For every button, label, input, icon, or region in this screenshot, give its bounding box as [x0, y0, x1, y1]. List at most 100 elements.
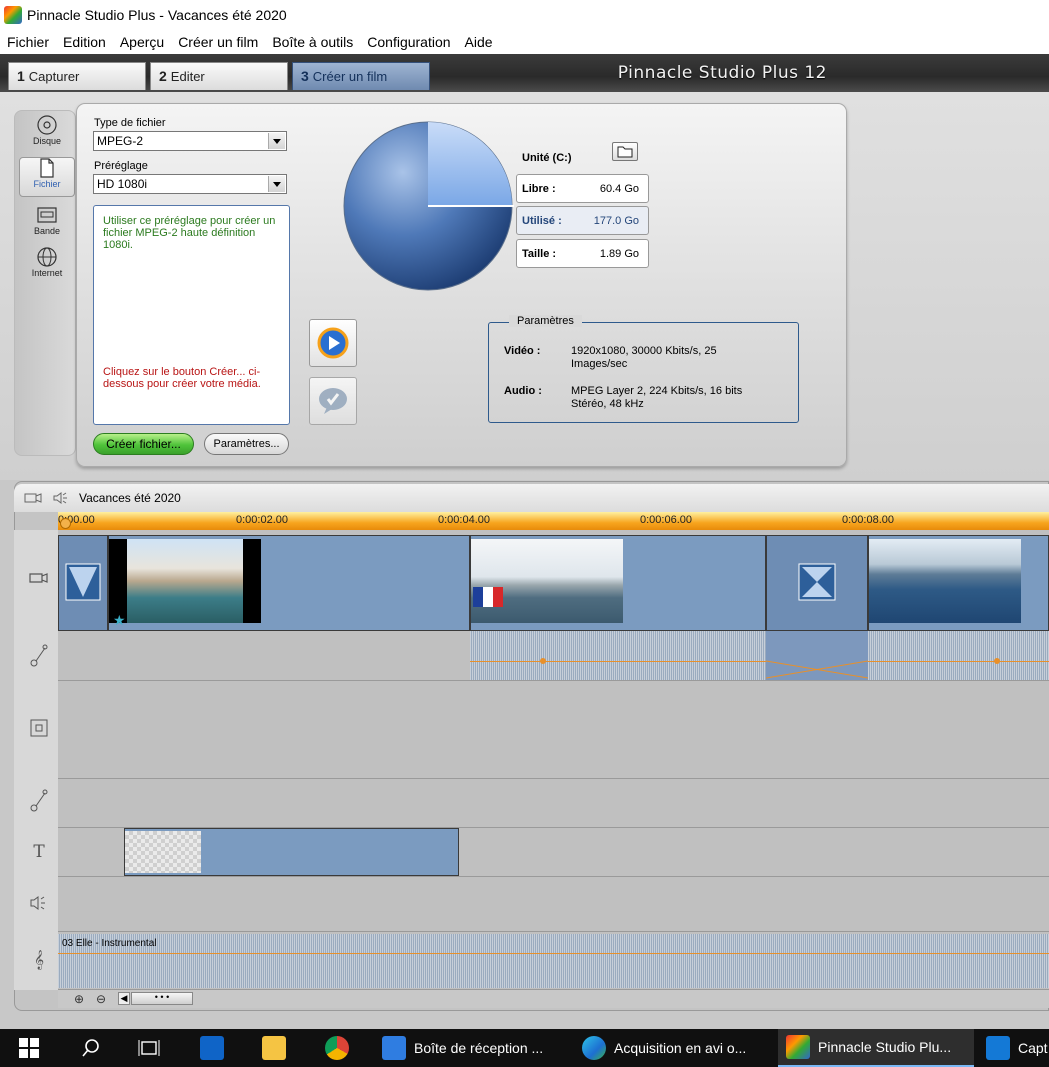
speaker-icon[interactable]: [52, 490, 68, 506]
sidebar-item-fichier[interactable]: Fichier: [19, 157, 75, 197]
drive-unit-label: Unité (C:): [522, 152, 572, 164]
menu-apercu[interactable]: Aperçu: [113, 34, 171, 50]
file-type-select[interactable]: MPEG-2: [93, 131, 287, 151]
title-clip[interactable]: [124, 828, 459, 876]
clip-thumbnail: [869, 539, 1021, 623]
video-clip-1[interactable]: ★: [108, 535, 470, 631]
menu-creer-film[interactable]: Créer un film: [171, 34, 265, 50]
free-slice: [428, 122, 512, 206]
audio-label: Audio :: [504, 385, 542, 397]
tape-icon: [37, 207, 57, 223]
timeline-header: Vacances été 2020: [14, 484, 1049, 512]
transition-clip[interactable]: [766, 535, 868, 631]
browse-folder-button[interactable]: [612, 142, 638, 161]
sidebar-item-label: Internet: [31, 268, 63, 278]
overlay-audio-track[interactable]: [58, 779, 1049, 828]
music-note-icon[interactable]: 𝄞: [28, 950, 50, 972]
video-track-icon[interactable]: [28, 570, 50, 592]
zoom-in-icon[interactable]: ⊕: [74, 992, 84, 1006]
menu-boite-outils[interactable]: Boîte à outils: [265, 34, 360, 50]
folder-icon: [262, 1036, 286, 1060]
track-header-column: T 𝄞: [14, 530, 58, 990]
disk-usage-pie: [343, 121, 514, 291]
sound-effect-icon[interactable]: [28, 894, 50, 916]
realplayer-preview-button[interactable]: [309, 377, 357, 425]
transition-clip[interactable]: [58, 535, 108, 631]
tab-number: 2: [159, 68, 167, 84]
taskbar-edge[interactable]: Acquisition en avi o...: [582, 1029, 772, 1067]
sidebar-item-label: Fichier: [33, 179, 61, 189]
video-clip-2[interactable]: [470, 535, 766, 631]
taskbar-photos[interactable]: Capt: [986, 1029, 1049, 1067]
overlay-track[interactable]: [58, 681, 1049, 779]
sound-effect-track[interactable]: [58, 877, 1049, 932]
menu-fichier[interactable]: Fichier: [0, 34, 56, 50]
audio-waveform[interactable]: [868, 631, 1049, 680]
disk-free-label: Libre :: [522, 183, 556, 195]
volume-tool-icon[interactable]: [28, 787, 50, 812]
outlook-icon: [200, 1036, 224, 1060]
timeline-scroll-bar: ⊕ ⊖ ◀ • • •: [58, 990, 1049, 1008]
tab-number: 1: [17, 68, 25, 84]
output-type-sidebar: Disque Fichier Bande Internet: [14, 110, 76, 456]
video-clip-3[interactable]: [868, 535, 1049, 631]
play-preview-button[interactable]: [309, 319, 357, 367]
sidebar-item-bande[interactable]: Bande: [19, 205, 75, 245]
tab-editer[interactable]: 2 Editer: [150, 62, 288, 90]
task-view-button[interactable]: [138, 1029, 160, 1067]
overlay-track-icon[interactable]: [28, 718, 50, 740]
clip-thumbnail: [471, 539, 623, 623]
parameters-button[interactable]: Paramètres...: [204, 433, 289, 455]
tab-capturer[interactable]: 1 Capturer: [8, 62, 146, 90]
scroll-left-button[interactable]: ◀: [118, 992, 130, 1005]
search-button[interactable]: [80, 1029, 102, 1067]
camera-icon[interactable]: [24, 491, 42, 505]
taskbar-chrome[interactable]: [325, 1029, 357, 1067]
playhead-scrubber[interactable]: [60, 518, 71, 529]
audio-waveform[interactable]: [470, 631, 766, 680]
mail-icon: [382, 1036, 406, 1060]
music-track: 03 Elle - Instrumental: [58, 932, 1049, 990]
ruler-tick: 0:00:02.00: [236, 514, 288, 526]
play-icon: [317, 327, 349, 359]
search-icon: [82, 1039, 99, 1057]
taskbar-mail[interactable]: Boîte de réception ...: [382, 1029, 572, 1067]
clip-thumbnail: [125, 831, 201, 873]
sidebar-item-disque[interactable]: Disque: [19, 115, 75, 155]
create-file-button[interactable]: Créer fichier...: [93, 433, 194, 455]
volume-tool-icon[interactable]: [28, 642, 50, 667]
title-track-icon[interactable]: T: [28, 842, 50, 864]
chevron-down-icon[interactable]: [268, 176, 285, 192]
video-track: ★: [58, 530, 1049, 631]
project-name: Vacances été 2020: [79, 491, 181, 505]
chevron-down-icon[interactable]: [268, 133, 285, 149]
ruler-tick: 0:00:08.00: [842, 514, 894, 526]
taskbar-explorer[interactable]: [262, 1029, 294, 1067]
disk-free-row: Libre : 60.4 Go: [516, 174, 649, 203]
preset-select[interactable]: HD 1080i: [93, 174, 287, 194]
disk-free-value: 60.4 Go: [599, 183, 639, 195]
start-button[interactable]: [18, 1029, 40, 1067]
sidebar-item-label: Disque: [32, 136, 61, 146]
menu-configuration[interactable]: Configuration: [360, 34, 457, 50]
window-title: Pinnacle Studio Plus - Vacances été 2020: [27, 7, 287, 23]
zoom-out-icon[interactable]: ⊖: [96, 992, 106, 1006]
taskbar-pinnacle[interactable]: Pinnacle Studio Plu...: [778, 1029, 974, 1067]
task-view-icon: [138, 1040, 160, 1056]
menu-aide[interactable]: Aide: [458, 34, 500, 50]
timeline-ruler[interactable]: 0:00.00 0:00:02.00 0:00:04.00 0:00:06.00…: [58, 512, 1049, 530]
menu-edition[interactable]: Edition: [56, 34, 113, 50]
menu-bar: Fichier Edition Aperçu Créer un film Boî…: [0, 30, 1049, 54]
scroll-thumb[interactable]: • • •: [131, 992, 193, 1005]
tab-label: Editer: [170, 69, 205, 84]
disk-used-value: 177.0 Go: [593, 215, 639, 227]
tab-label: Créer un film: [312, 69, 388, 84]
sidebar-item-internet[interactable]: Internet: [19, 247, 75, 287]
disk-used-label: Utilisé :: [522, 215, 562, 227]
video-value: 1920x1080, 30000 Kbits/s, 25 Images/sec: [571, 345, 717, 370]
taskbar-outlook[interactable]: [200, 1029, 232, 1067]
windows-taskbar: Boîte de réception ... Acquisition en av…: [0, 1029, 1049, 1067]
tab-creer-film[interactable]: 3 Créer un film: [292, 62, 430, 90]
audio-transition: [765, 631, 869, 680]
music-clip[interactable]: 03 Elle - Instrumental: [58, 934, 1049, 988]
